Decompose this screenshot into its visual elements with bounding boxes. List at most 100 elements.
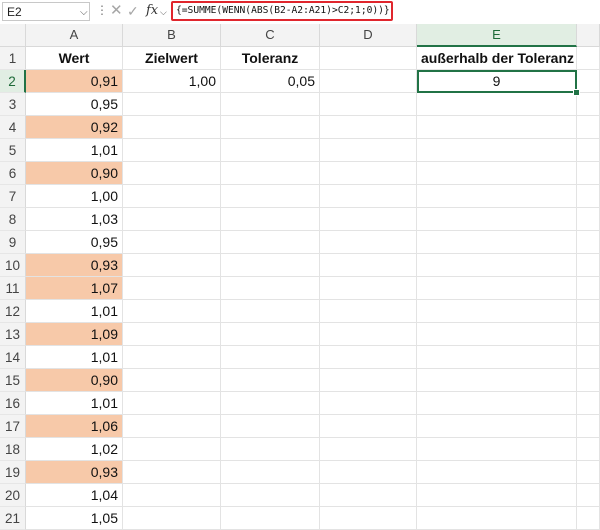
cell-d1[interactable] <box>320 47 417 70</box>
cell-c9[interactable] <box>221 231 320 254</box>
cell-d6[interactable] <box>320 162 417 185</box>
cell-d9[interactable] <box>320 231 417 254</box>
cell-c5[interactable] <box>221 139 320 162</box>
cell-d13[interactable] <box>320 323 417 346</box>
cell-c13[interactable] <box>221 323 320 346</box>
cell-a12[interactable]: 1,01 <box>26 300 123 323</box>
cell-f16[interactable] <box>577 392 600 415</box>
cell-f2[interactable] <box>577 70 600 93</box>
cell-b8[interactable] <box>123 208 221 231</box>
cell-f13[interactable] <box>577 323 600 346</box>
cell-e14[interactable] <box>417 346 577 369</box>
row-header-20[interactable]: 20 <box>0 484 26 507</box>
row-header-9[interactable]: 9 <box>0 231 26 254</box>
cell-a19[interactable]: 0,93 <box>26 461 123 484</box>
row-header-17[interactable]: 17 <box>0 415 26 438</box>
row-header-14[interactable]: 14 <box>0 346 26 369</box>
column-header-c[interactable]: C <box>221 24 320 47</box>
cell-e18[interactable] <box>417 438 577 461</box>
cell-c4[interactable] <box>221 116 320 139</box>
cell-e17[interactable] <box>417 415 577 438</box>
cell-a17[interactable]: 1,06 <box>26 415 123 438</box>
cell-b20[interactable] <box>123 484 221 507</box>
cell-f9[interactable] <box>577 231 600 254</box>
cell-c14[interactable] <box>221 346 320 369</box>
cell-f11[interactable] <box>577 277 600 300</box>
name-box[interactable]: E2 ⌵ <box>2 2 90 21</box>
cell-b16[interactable] <box>123 392 221 415</box>
cell-b17[interactable] <box>123 415 221 438</box>
cell-c20[interactable] <box>221 484 320 507</box>
cell-d5[interactable] <box>320 139 417 162</box>
row-header-13[interactable]: 13 <box>0 323 26 346</box>
row-header-15[interactable]: 15 <box>0 369 26 392</box>
cell-f18[interactable] <box>577 438 600 461</box>
cell-a7[interactable]: 1,00 <box>26 185 123 208</box>
cell-c3[interactable] <box>221 93 320 116</box>
cell-a6[interactable]: 0,90 <box>26 162 123 185</box>
cell-a5[interactable]: 1,01 <box>26 139 123 162</box>
row-header-10[interactable]: 10 <box>0 254 26 277</box>
cell-b4[interactable] <box>123 116 221 139</box>
cell-d21[interactable] <box>320 507 417 530</box>
cell-b12[interactable] <box>123 300 221 323</box>
cell-b3[interactable] <box>123 93 221 116</box>
fill-handle[interactable] <box>573 89 580 96</box>
cell-e11[interactable] <box>417 277 577 300</box>
cell-f1[interactable] <box>577 47 600 70</box>
row-header-3[interactable]: 3 <box>0 93 26 116</box>
cell-d11[interactable] <box>320 277 417 300</box>
cell-d19[interactable] <box>320 461 417 484</box>
cell-b19[interactable] <box>123 461 221 484</box>
cell-b9[interactable] <box>123 231 221 254</box>
cell-a14[interactable]: 1,01 <box>26 346 123 369</box>
cell-f15[interactable] <box>577 369 600 392</box>
cell-e7[interactable] <box>417 185 577 208</box>
cell-e8[interactable] <box>417 208 577 231</box>
cell-b7[interactable] <box>123 185 221 208</box>
cell-a8[interactable]: 1,03 <box>26 208 123 231</box>
cell-b10[interactable] <box>123 254 221 277</box>
cell-c18[interactable] <box>221 438 320 461</box>
cell-e2[interactable]: 9 <box>417 70 577 93</box>
cell-b13[interactable] <box>123 323 221 346</box>
cell-a9[interactable]: 0,95 <box>26 231 123 254</box>
cell-d15[interactable] <box>320 369 417 392</box>
cell-a4[interactable]: 0,92 <box>26 116 123 139</box>
cell-a20[interactable]: 1,04 <box>26 484 123 507</box>
cell-e19[interactable] <box>417 461 577 484</box>
cancel-icon[interactable]: ✕ <box>110 2 123 20</box>
cell-f3[interactable] <box>577 93 600 116</box>
cell-e9[interactable] <box>417 231 577 254</box>
cell-f20[interactable] <box>577 484 600 507</box>
cell-c2[interactable]: 0,05 <box>221 70 320 93</box>
row-header-16[interactable]: 16 <box>0 392 26 415</box>
cell-c15[interactable] <box>221 369 320 392</box>
cell-c8[interactable] <box>221 208 320 231</box>
cell-c17[interactable] <box>221 415 320 438</box>
cell-a16[interactable]: 1,01 <box>26 392 123 415</box>
row-header-7[interactable]: 7 <box>0 185 26 208</box>
cell-e10[interactable] <box>417 254 577 277</box>
enter-icon[interactable]: ✓ <box>127 2 139 20</box>
cell-c7[interactable] <box>221 185 320 208</box>
formula-input[interactable]: {=SUMME(WENN(ABS(B2-A2:A21)>C2;1;0))} <box>171 1 393 21</box>
cell-d12[interactable] <box>320 300 417 323</box>
row-header-12[interactable]: 12 <box>0 300 26 323</box>
cell-f7[interactable] <box>577 185 600 208</box>
chevron-down-icon[interactable]: ⌵ <box>160 2 167 22</box>
cell-c11[interactable] <box>221 277 320 300</box>
cell-d2[interactable] <box>320 70 417 93</box>
cell-c19[interactable] <box>221 461 320 484</box>
cell-f19[interactable] <box>577 461 600 484</box>
row-header-5[interactable]: 5 <box>0 139 26 162</box>
cell-d7[interactable] <box>320 185 417 208</box>
cell-f4[interactable] <box>577 116 600 139</box>
cell-b11[interactable] <box>123 277 221 300</box>
cell-f5[interactable] <box>577 139 600 162</box>
column-header-a[interactable]: A <box>26 24 123 47</box>
column-header-e[interactable]: E <box>417 24 577 47</box>
cell-f8[interactable] <box>577 208 600 231</box>
cell-f14[interactable] <box>577 346 600 369</box>
cell-e4[interactable] <box>417 116 577 139</box>
